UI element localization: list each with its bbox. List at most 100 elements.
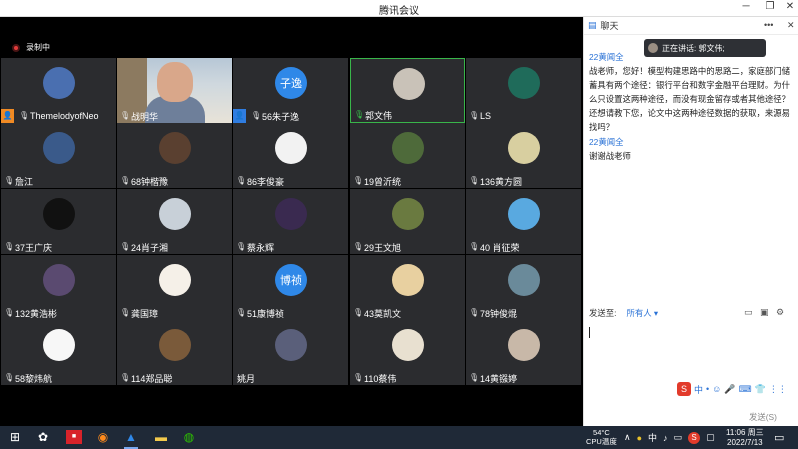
restore-button[interactable]: ❐ — [760, 1, 780, 12]
participant-tile[interactable]: 🎙 132黄浩彬 — [1, 255, 116, 320]
participant-name: 86李俊豪 — [247, 176, 285, 187]
volume-icon[interactable]: ♪ — [663, 433, 668, 443]
mic-muted-icon: 🎙 — [236, 308, 247, 317]
participant-tile[interactable]: 🎙 蔡永辉 — [233, 189, 348, 254]
participant-tile[interactable]: 🎙 68钟楷豫 — [117, 123, 232, 188]
clock-date: 2022/7/13 — [727, 437, 763, 447]
tray-bag-icon[interactable]: ▢ — [706, 432, 715, 443]
file-icon[interactable]: ▭ — [744, 307, 753, 318]
participant-tile[interactable]: 👤 🎙 ThemelodyofNeo — [1, 58, 116, 123]
sogou-tray-icon[interactable]: S — [688, 431, 701, 444]
participant-tile[interactable]: 🎙 37王广庆 — [1, 189, 116, 254]
participant-tile[interactable]: 🎙 24肖子湘 — [117, 189, 232, 254]
participant-tile[interactable]: 🎙 136黄方圆 — [466, 123, 581, 188]
participant-tile[interactable]: 🎙 29王文旭 — [350, 189, 465, 254]
avatar — [275, 132, 307, 164]
mic-muted-icon: 🎙 — [4, 242, 15, 251]
participant-tile[interactable]: 子逸 👤 🎙 56朱子逸 — [233, 58, 348, 123]
send-to-label: 发送至: — [589, 308, 617, 318]
tray-app-icon[interactable]: ● — [637, 433, 642, 443]
participant-tile[interactable]: 🎙 14黄镪婷 — [466, 320, 581, 385]
minimize-button[interactable]: ─ — [736, 1, 756, 12]
send-target-bar: 发送至: 所有人 ▾ ▭ ▣ ⚙ — [584, 304, 798, 322]
settings-icon[interactable]: ⚙ — [776, 307, 784, 318]
ime-keyboard-button[interactable]: ⌨ — [739, 384, 752, 395]
app-red-icon[interactable]: ■ — [66, 430, 82, 444]
message-body: 战老师，您好！模型构建思路中的思路二，家庭部门储蓄具有两个途径：银行平台和数字金… — [589, 66, 790, 132]
clock[interactable]: 11:06 周三 2022/7/13 — [726, 428, 764, 447]
participant-nameplate: 姚月 — [233, 371, 255, 385]
ime-mode-button[interactable]: 中 — [694, 383, 703, 396]
participant-nameplate: 🎙 43莫凯文 — [350, 306, 401, 320]
recording-indicator[interactable]: 录制中 — [12, 42, 50, 53]
send-to-dropdown[interactable]: 所有人 ▾ — [626, 307, 658, 319]
participant-tile[interactable]: 博祯 🎙 51康博祯 — [233, 255, 348, 320]
chat-close-icon[interactable]: ✕ — [787, 20, 795, 31]
avatar — [508, 198, 540, 230]
avatar — [508, 132, 540, 164]
avatar — [508, 329, 540, 361]
ime-punct-button[interactable]: • — [706, 384, 709, 394]
tencent-meeting-icon[interactable]: ▲ — [124, 430, 138, 444]
participant-tile[interactable]: 🎙 郭文伟 — [350, 58, 465, 123]
chat-title: 聊天 — [600, 21, 619, 31]
avatar — [275, 329, 307, 361]
image-icon[interactable]: ▣ — [760, 307, 769, 318]
avatar — [393, 68, 425, 100]
mic-muted-icon: 🎙 — [469, 242, 480, 251]
avatar — [508, 67, 540, 99]
more-icon[interactable]: ••• — [764, 20, 773, 30]
recording-label: 录制中 — [26, 43, 50, 52]
system-tray: ∧ ● 中 ♪ ▭ S ▢ — [624, 431, 715, 444]
message-sender[interactable]: 22黄闻全 — [589, 135, 797, 149]
ime-emoji-button[interactable]: ☺ — [712, 384, 721, 394]
sogou-ime-icon[interactable]: S — [677, 382, 691, 396]
participant-tile[interactable]: 🎙 86李俊豪 — [233, 123, 348, 188]
network-icon[interactable]: ▭ — [674, 432, 683, 443]
windows-start-icon[interactable]: ⊞ — [8, 430, 22, 444]
participant-tile[interactable]: 🎙 战明华 — [117, 58, 232, 123]
wechat-icon[interactable]: ◍ — [182, 430, 196, 444]
participant-tile[interactable]: 🎙 78钟俊焜 — [466, 255, 581, 320]
app-pinwheel-icon[interactable]: ✿ — [36, 430, 50, 444]
tray-lang[interactable]: 中 — [648, 431, 657, 444]
firefox-icon[interactable]: ◉ — [96, 430, 110, 444]
tray-chevron-icon[interactable]: ∧ — [624, 432, 631, 443]
ime-voice-button[interactable]: 🎤 — [724, 384, 735, 395]
participant-nameplate: 🎙 24肖子湘 — [117, 240, 168, 254]
participant-tile[interactable]: 🎙 58黎炜航 — [1, 320, 116, 385]
mic-muted-icon: 🎙 — [4, 373, 15, 382]
participant-tile[interactable]: 🎙 詹江 — [1, 123, 116, 188]
participant-nameplate: 🎙 51康博祯 — [233, 306, 284, 320]
participant-name: ThemelodyofNeo — [30, 111, 99, 121]
file-explorer-icon[interactable]: ▬ — [154, 430, 168, 444]
participant-nameplate: 🎙 58黎炜航 — [1, 371, 52, 385]
close-button[interactable]: ✕ — [780, 1, 798, 12]
mic-muted-icon: 🎙 — [236, 176, 247, 185]
participant-tile[interactable]: 🎙 40 肖征荣 — [466, 189, 581, 254]
send-button[interactable]: 发送(S) — [749, 411, 777, 423]
mic-muted-icon: 🎙 — [353, 373, 364, 382]
participant-name: 29王文旭 — [364, 242, 402, 253]
participant-nameplate: 🎙 110蔡伟 — [350, 371, 396, 385]
ime-skin-button[interactable]: 👕 — [755, 384, 766, 395]
mic-muted-icon: 🎙 — [120, 111, 131, 120]
participant-nameplate: 🎙 29王文旭 — [350, 240, 401, 254]
ime-more-button[interactable]: ⋮⋮ — [769, 384, 787, 395]
participant-tile[interactable]: 🎙 龚国璋 — [117, 255, 232, 320]
chat-icon: ▤ — [588, 20, 597, 30]
participant-tile[interactable]: 姚月 — [233, 320, 348, 385]
chat-messages: 22黄闻全 战老师，您好！模型构建思路中的思路二，家庭部门储蓄具有两个途径：银行… — [589, 49, 797, 164]
participant-name: LS — [480, 111, 492, 121]
message-sender[interactable]: 22黄闻全 — [589, 50, 797, 64]
mic-muted-icon: 🎙 — [19, 111, 30, 120]
participant-tile[interactable]: 🎙 114郑品聪 — [117, 320, 232, 385]
avatar — [508, 264, 540, 296]
avatar — [43, 329, 75, 361]
participant-tile[interactable]: 🎙 LS — [466, 58, 581, 123]
participant-tile[interactable]: 🎙 43莫凯文 — [350, 255, 465, 320]
notification-icon[interactable]: ▭ — [774, 431, 784, 444]
participant-name: 136黄方圆 — [480, 176, 523, 187]
participant-tile[interactable]: 🎙 110蔡伟 — [350, 320, 465, 385]
participant-tile[interactable]: 🎙 19曾沂统 — [350, 123, 465, 188]
